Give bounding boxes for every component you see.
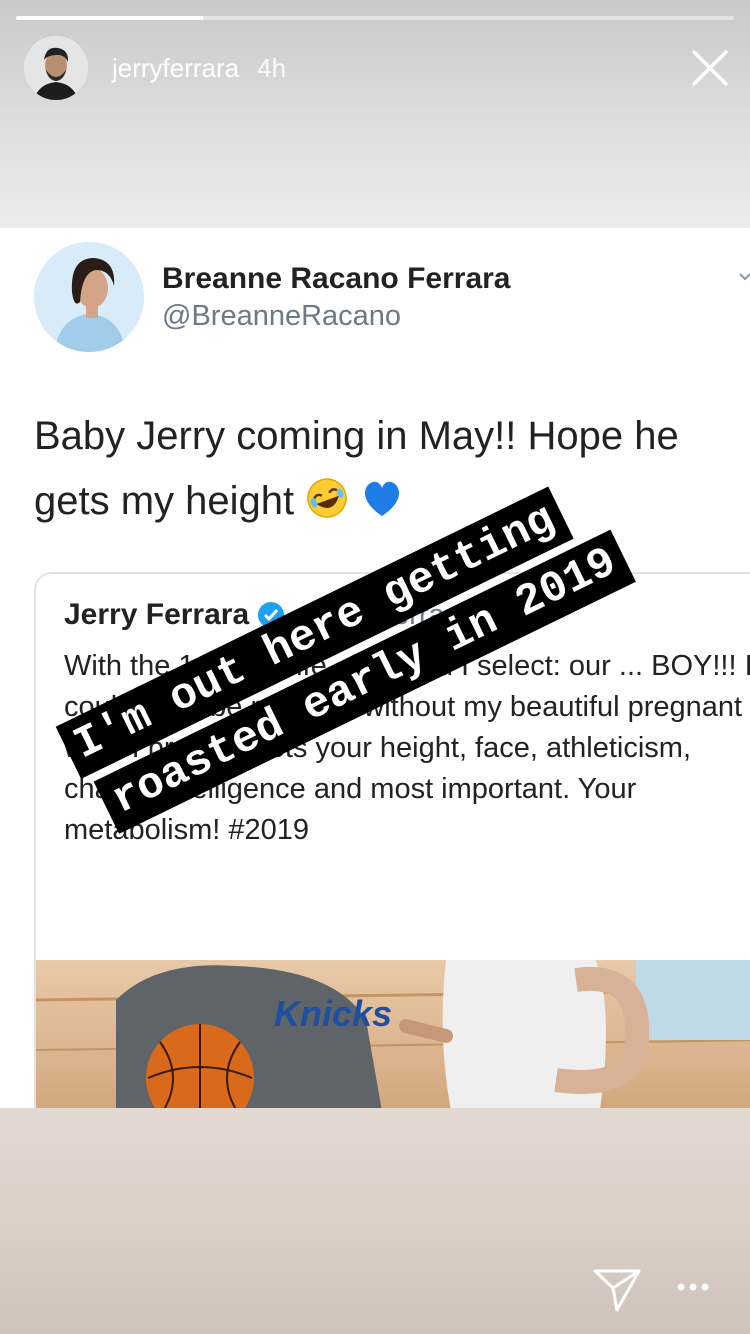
profile-avatar[interactable] bbox=[24, 36, 88, 100]
tweet-body: Baby Jerry coming in May!! Hope he gets … bbox=[34, 404, 734, 534]
paper-plane-icon[interactable] bbox=[592, 1266, 642, 1314]
tweet-author-name: Breanne Racano Ferrara bbox=[162, 262, 511, 295]
tweet-text: Baby Jerry coming in May!! Hope he gets … bbox=[34, 414, 679, 523]
quoted-author-name: Jerry Ferrara bbox=[64, 598, 250, 631]
story-progress-fill bbox=[16, 16, 203, 20]
close-icon[interactable] bbox=[688, 46, 732, 90]
story-progress-bar bbox=[16, 16, 734, 20]
tweet-author-avatar bbox=[34, 242, 144, 352]
more-dots-icon[interactable] bbox=[676, 1280, 710, 1294]
story-timestamp: 4h bbox=[257, 52, 287, 83]
blue-heart-emoji-icon bbox=[360, 475, 404, 519]
jersey-text: Knicks bbox=[274, 993, 392, 1034]
profile-photo bbox=[24, 36, 88, 100]
chevron-down-icon bbox=[738, 270, 750, 284]
rofl-emoji-icon bbox=[305, 475, 349, 519]
story-username[interactable]: jerryferrara bbox=[112, 53, 239, 84]
story-header: jerryferrara 4h bbox=[24, 34, 286, 102]
tweet-author-handle: @BreanneRacano bbox=[162, 300, 402, 332]
